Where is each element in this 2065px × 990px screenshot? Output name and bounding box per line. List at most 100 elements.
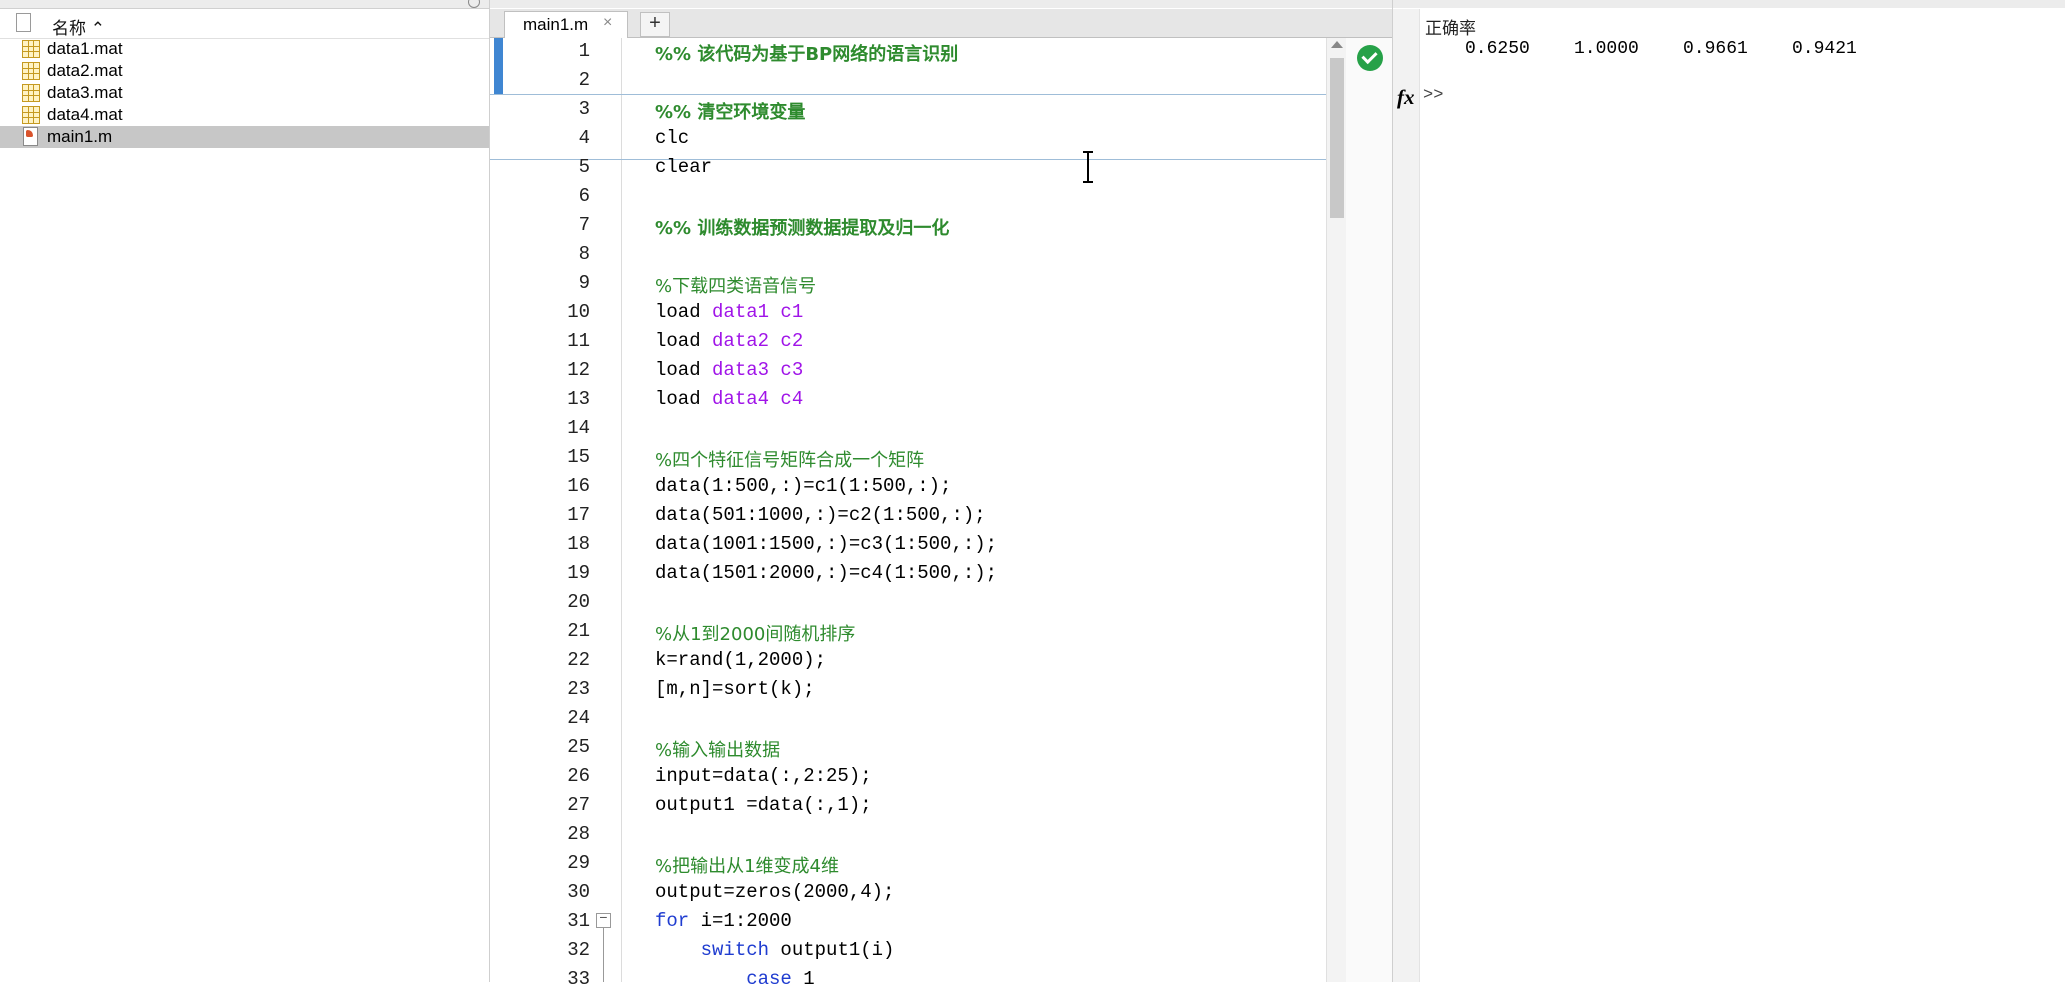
code-line[interactable]: %% 该代码为基于BP网络的语言识别 <box>655 40 958 66</box>
code-area[interactable]: 1%% 该代码为基于BP网络的语言识别 2 3%% 清空环境变量 4 clc 5 clear… <box>490 38 1392 990</box>
code-line[interactable]: case 1 <box>655 968 814 990</box>
code-line[interactable]: %四个特征信号矩阵合成一个矩阵 <box>655 446 924 472</box>
code-line[interactable]: clear <box>655 156 712 178</box>
scroll-thumb[interactable] <box>1330 58 1344 218</box>
command-window[interactable]: 正确率 0.6250 1.0000 0.9661 0.9421 fx >> <box>1393 0 2065 982</box>
line-number: 25 <box>567 736 590 758</box>
line-number: 9 <box>578 272 590 294</box>
command-prompt[interactable]: >> <box>1423 86 1443 105</box>
fold-guide <box>603 928 604 982</box>
file-name: main1.m <box>47 127 113 146</box>
line-number: 28 <box>567 823 590 845</box>
code-token: data4 c4 <box>712 388 804 410</box>
code-line[interactable]: %% 清空环境变量 <box>655 98 805 124</box>
tab-label: main1.m <box>523 15 589 34</box>
line-number: 7 <box>578 214 590 236</box>
code-line[interactable]: %% 训练数据预测数据提取及归一化 <box>655 214 949 240</box>
code-token: %四个特征信号矩阵合成一个矩阵 <box>655 450 925 471</box>
code-token: case <box>746 968 792 990</box>
code-line[interactable]: %把输出从1维变成4维 <box>655 852 839 878</box>
output-value: 0.9421 <box>1792 39 1857 59</box>
close-tab-icon[interactable]: × <box>603 14 612 32</box>
line-number: 23 <box>567 678 590 700</box>
file-list-item[interactable]: data3.mat <box>0 82 489 104</box>
line-number: 1 <box>578 40 590 62</box>
code-token: %% 训练数据预测数据提取及归一化 <box>655 218 950 239</box>
code-token: load <box>655 330 713 352</box>
code-line[interactable]: for i=1:2000 <box>655 910 792 932</box>
code-line[interactable]: load data3 c3 <box>655 359 803 381</box>
file-list-item[interactable]: main1.m <box>0 126 489 148</box>
line-number: 16 <box>567 475 590 497</box>
code-line[interactable]: output=zeros(2000,4); <box>655 881 894 903</box>
code-token: data(1:500,:)=c1(1:500,:); <box>655 475 952 497</box>
code-token: i=1:2000 <box>689 910 792 932</box>
code-token: load <box>655 301 713 323</box>
ok-icon[interactable] <box>1357 45 1383 71</box>
file-name: data2.mat <box>47 61 123 80</box>
code-token: load <box>655 388 713 410</box>
line-number: 24 <box>567 707 590 729</box>
code-line[interactable]: %输入输出数据 <box>655 736 780 762</box>
output-label: 正确率 <box>1425 19 1476 39</box>
line-number: 32 <box>567 939 590 961</box>
line-number: 19 <box>567 562 590 584</box>
editor-title-bar <box>490 0 1392 8</box>
code-token: data1 c1 <box>712 301 804 323</box>
line-number: 4 <box>578 127 590 149</box>
code-token: data(1001:1500,:)=c3(1:500,:); <box>655 533 998 555</box>
code-token: %从1到2000间随机排序 <box>655 624 856 645</box>
section-divider <box>490 94 1326 95</box>
line-number: 21 <box>567 620 590 642</box>
code-token: data(1501:2000,:)=c4(1:500,:); <box>655 562 998 584</box>
line-number: 33 <box>567 968 590 990</box>
line-number: 3 <box>578 98 590 120</box>
line-number: 26 <box>567 765 590 787</box>
code-line[interactable]: data(1501:2000,:)=c4(1:500,:); <box>655 562 997 584</box>
file-list-item[interactable]: data2.mat <box>0 60 489 82</box>
code-token: %把输出从1维变成4维 <box>655 856 840 877</box>
tab-main1[interactable]: main1.m × <box>504 11 628 38</box>
new-tab-button[interactable]: + <box>640 12 670 37</box>
line-number: 2 <box>578 69 590 91</box>
code-line[interactable]: switch output1(i) <box>655 939 895 961</box>
scroll-up-icon[interactable] <box>1331 41 1343 48</box>
file-list-item[interactable]: data4.mat <box>0 104 489 126</box>
vertical-scrollbar[interactable] <box>1326 38 1347 982</box>
code-line[interactable]: %从1到2000间随机排序 <box>655 620 855 646</box>
name-column-header[interactable]: 名称 ⌃ <box>52 14 105 39</box>
line-number: 29 <box>567 852 590 874</box>
code-line[interactable]: load data4 c4 <box>655 388 803 410</box>
gutter-divider <box>621 38 622 982</box>
code-line[interactable]: data(1:500,:)=c1(1:500,:); <box>655 475 951 497</box>
panel-options-icon[interactable] <box>468 0 480 8</box>
function-browser-icon[interactable]: fx <box>1397 85 1415 110</box>
editor-panel: main1.m × + 1%% 该代码为基于BP网络的语言识别 2 3%% 清空环境… <box>490 0 1393 990</box>
code-token: %下载四类语音信号 <box>655 276 817 297</box>
file-list-item[interactable]: data1.mat <box>0 38 489 60</box>
code-token: k=rand(1,2000); <box>655 649 827 671</box>
line-number: 14 <box>567 417 590 439</box>
line-number: 15 <box>567 446 590 468</box>
code-line[interactable]: data(1001:1500,:)=c3(1:500,:); <box>655 533 997 555</box>
file-list-header[interactable]: 名称 ⌃ <box>0 9 489 39</box>
code-line[interactable]: output1 =data(:,1); <box>655 794 872 816</box>
fold-toggle-icon[interactable]: − <box>596 912 611 928</box>
file-name: data1.mat <box>47 39 123 58</box>
code-token: for <box>655 910 690 932</box>
code-token: output=zeros(2000,4); <box>655 881 895 903</box>
code-line[interactable]: load data2 c2 <box>655 330 803 352</box>
line-number: 18 <box>567 533 590 555</box>
code-token: output1 =data(:,1); <box>655 794 872 816</box>
code-line[interactable]: clc <box>655 127 689 149</box>
code-line[interactable]: %下载四类语音信号 <box>655 272 816 298</box>
line-number: 6 <box>578 185 590 207</box>
panel-title-bar <box>0 0 489 9</box>
code-token: data(501:1000,:)=c2(1:500,:); <box>655 504 986 526</box>
code-line[interactable]: [m,n]=sort(k); <box>655 678 815 700</box>
code-line[interactable]: data(501:1000,:)=c2(1:500,:); <box>655 504 986 526</box>
code-line[interactable]: k=rand(1,2000); <box>655 649 826 671</box>
code-line[interactable]: load data1 c1 <box>655 301 803 323</box>
code-line[interactable]: input=data(:,2:25); <box>655 765 872 787</box>
